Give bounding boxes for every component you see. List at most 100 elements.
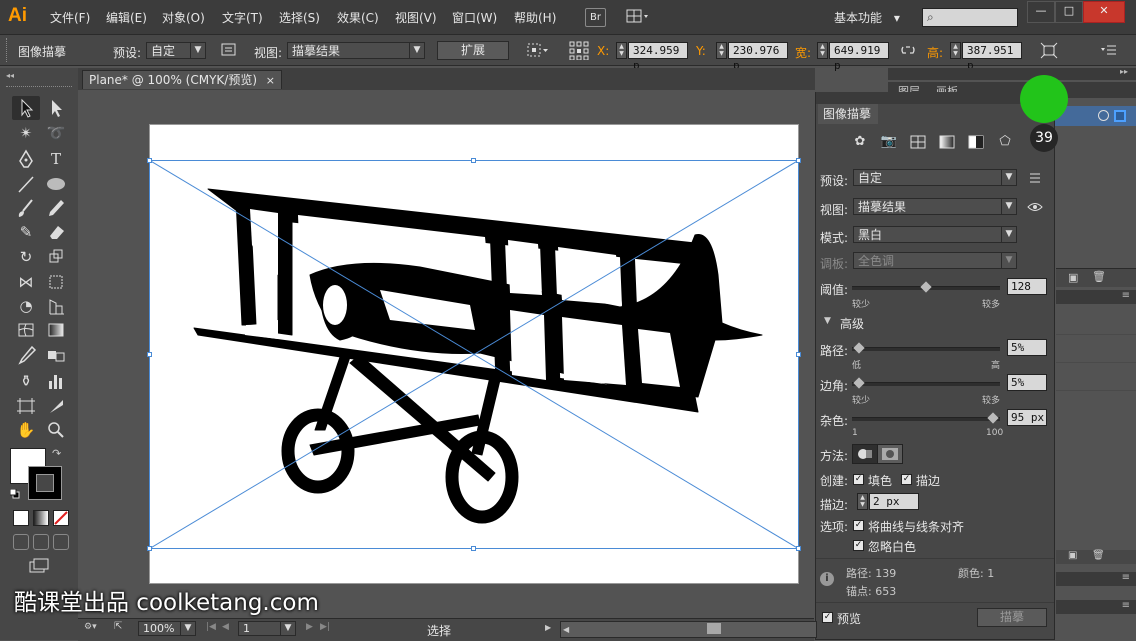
width-field[interactable]: 649.919 p: [829, 42, 889, 72]
ellipse-tool[interactable]: [42, 172, 70, 196]
export-icon[interactable]: ⇱: [114, 621, 128, 635]
bbox-handle-tl[interactable]: [147, 158, 152, 163]
line-tool[interactable]: [12, 172, 40, 196]
black-white-preset-button[interactable]: [966, 133, 986, 151]
first-artboard-button[interactable]: |◀: [206, 622, 216, 632]
preset-options-button[interactable]: [221, 43, 237, 57]
layer-target-icon[interactable]: [1098, 110, 1109, 121]
document-tab[interactable]: Plane* @ 100% (CMYK/预览) ×: [82, 70, 282, 89]
magic-wand-tool[interactable]: ✴: [12, 121, 40, 145]
collapse-tools-icon[interactable]: ◂◂: [6, 71, 14, 80]
current-tool-status[interactable]: 选择: [427, 622, 451, 639]
paths-slider[interactable]: [852, 347, 1000, 351]
menu-type[interactable]: 文字(T): [222, 9, 263, 26]
bbox-handle-bc[interactable]: [471, 546, 476, 551]
layer-selection-indicator[interactable]: [1114, 110, 1126, 122]
artboard-tool[interactable]: [12, 394, 40, 418]
expand-button[interactable]: 扩展: [437, 41, 509, 60]
scrollbar-thumb[interactable]: [707, 623, 721, 634]
maximize-button[interactable]: □: [1055, 1, 1083, 23]
stroke-width-stepper[interactable]: ▲ ▼: [857, 493, 868, 510]
corners-field[interactable]: 5%: [1007, 374, 1047, 391]
draw-normal-button[interactable]: [13, 534, 29, 550]
zoom-dropdown[interactable]: 100% ▼: [138, 621, 196, 636]
type-tool[interactable]: T: [42, 147, 70, 171]
horizontal-scrollbar[interactable]: ◀: [560, 621, 817, 638]
bbox-handle-mr[interactable]: [796, 352, 801, 357]
artboard-navigation-icon[interactable]: ⚙▾: [84, 622, 106, 636]
blob-brush-tool[interactable]: ✎: [12, 220, 40, 244]
lasso-tool[interactable]: ➰: [42, 121, 70, 145]
bbox-handle-bl[interactable]: [147, 546, 152, 551]
tools-panel-grip[interactable]: [6, 86, 72, 91]
pen-tool[interactable]: [12, 147, 40, 171]
mesh-tool[interactable]: [12, 318, 40, 342]
close-tab-icon[interactable]: ×: [266, 71, 275, 90]
reference-point-button[interactable]: [569, 41, 589, 61]
none-mode-button[interactable]: [53, 510, 69, 526]
last-artboard-button[interactable]: ▶|: [320, 622, 330, 632]
new-item-icon[interactable]: ▣: [1068, 550, 1077, 561]
bbox-handle-ml[interactable]: [147, 352, 152, 357]
shape-builder-tool[interactable]: ◔: [12, 294, 40, 318]
swap-fill-stroke-icon[interactable]: ↷: [52, 447, 61, 460]
trace-view-dropdown[interactable]: 描摹结果 ▼: [853, 198, 1017, 215]
menu-object[interactable]: 对象(O): [162, 9, 205, 26]
y-stepper[interactable]: ▲ ▼: [716, 42, 727, 59]
constrain-proportions-button[interactable]: [900, 43, 916, 57]
height-stepper[interactable]: ▲ ▼: [950, 42, 961, 59]
menu-help[interactable]: 帮助(H): [514, 9, 556, 26]
menu-edit[interactable]: 编辑(E): [106, 9, 147, 26]
stroke-swatch[interactable]: [28, 466, 62, 500]
selection-tool[interactable]: [12, 96, 40, 120]
menu-view[interactable]: 视图(V): [395, 9, 437, 26]
close-window-button[interactable]: ✕: [1083, 1, 1125, 23]
method-abutting-button[interactable]: [852, 444, 878, 464]
minimize-button[interactable]: —: [1027, 1, 1055, 23]
image-trace-panel-tab[interactable]: 图像描摹: [818, 104, 878, 124]
scroll-left-arrow[interactable]: ◀: [563, 625, 569, 634]
advanced-toggle-icon[interactable]: ▼: [824, 316, 831, 326]
grayscale-preset-button[interactable]: [937, 133, 957, 151]
draw-inside-button[interactable]: [53, 534, 69, 550]
zoom-tool[interactable]: [42, 418, 70, 442]
manage-presets-button[interactable]: [1027, 171, 1043, 185]
delete-layer-icon[interactable]: 🗑: [1092, 270, 1106, 283]
auto-color-preset-button[interactable]: ✿: [850, 133, 870, 151]
rotate-tool[interactable]: ↻: [12, 245, 40, 269]
color-mode-button[interactable]: [13, 510, 29, 526]
hand-tool[interactable]: ✋: [12, 418, 40, 442]
corners-slider[interactable]: [852, 382, 1000, 386]
stroke-checkbox[interactable]: ✓: [901, 474, 912, 485]
paths-field[interactable]: 5%: [1007, 339, 1047, 356]
gradient-mode-button[interactable]: [33, 510, 49, 526]
trace-preset-dropdown[interactable]: 自定 ▼: [853, 169, 1017, 186]
direct-selection-tool[interactable]: [42, 96, 70, 120]
screen-mode-button[interactable]: [28, 557, 50, 575]
outline-preset-button[interactable]: ⬠: [995, 133, 1015, 151]
control-bar-menu-button[interactable]: [1100, 43, 1118, 57]
default-colors-icon[interactable]: [9, 488, 20, 499]
panel-menu-icon[interactable]: ≡: [1122, 572, 1130, 583]
panel-menu-icon[interactable]: ≡: [1122, 600, 1130, 611]
artboard-number-dropdown[interactable]: 1 ▼: [238, 621, 296, 636]
trace-button[interactable]: 描摹: [977, 608, 1047, 627]
column-graph-tool[interactable]: [42, 369, 70, 393]
ignore-white-checkbox[interactable]: ✓: [853, 540, 864, 551]
arrange-documents-button[interactable]: [626, 8, 650, 25]
fill-checkbox[interactable]: ✓: [853, 474, 864, 485]
perspective-grid-tool[interactable]: [42, 294, 70, 318]
bbox-handle-tr[interactable]: [796, 158, 801, 163]
pencil-tool[interactable]: [42, 196, 70, 220]
symbol-sprayer-tool[interactable]: ⚱: [12, 369, 40, 393]
snap-curves-checkbox[interactable]: ✓: [853, 520, 864, 531]
free-transform-tool[interactable]: [42, 270, 70, 294]
y-field[interactable]: 230.976 p: [728, 42, 788, 72]
layer-row[interactable]: [1054, 106, 1136, 126]
x-field[interactable]: 324.959 p: [628, 42, 688, 72]
control-panel-name[interactable]: 图像描摹: [18, 43, 66, 60]
search-input[interactable]: ⌕: [922, 8, 1018, 27]
gradient-tool[interactable]: [42, 318, 70, 342]
bridge-button[interactable]: Br: [585, 8, 606, 27]
menu-effect[interactable]: 效果(C): [337, 9, 379, 26]
